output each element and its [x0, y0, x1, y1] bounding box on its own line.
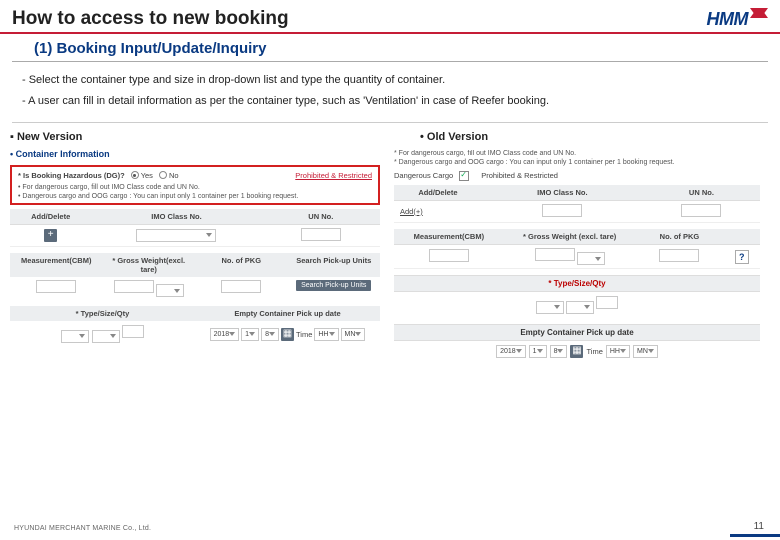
pr-label: Prohibited & Restricted	[481, 171, 558, 180]
hh-select[interactable]: HH	[314, 328, 338, 341]
cbm-input-old[interactable]	[429, 249, 469, 262]
prohibited-link[interactable]: Prohibited & Restricted	[295, 171, 372, 180]
table-row: +	[10, 224, 380, 246]
dg-label: Dangerous Cargo	[394, 171, 453, 180]
year-old[interactable]: 2018	[496, 345, 526, 358]
gw-unit-old[interactable]	[577, 252, 605, 265]
old-version-column: • Old Version * For dangerous cargo, fil…	[394, 131, 760, 362]
measure-header-new: Measurement(CBM) * Gross Weight(excl. ta…	[10, 253, 380, 277]
hazardous-question: * Is Booking Hazardous (DG)?	[18, 171, 125, 180]
size-select-old[interactable]	[566, 301, 594, 314]
col-add: Add/Delete	[10, 209, 91, 225]
un-input-old[interactable]	[681, 204, 721, 217]
cbm-input[interactable]	[36, 280, 76, 293]
col-imo: IMO Class No.	[91, 209, 261, 225]
table-row: Add(+)	[394, 200, 760, 222]
hmm-logo: HMM	[707, 8, 769, 30]
table-row: ?	[394, 244, 760, 269]
company-footer: HYUNDAI MERCHANT MARINE Co., Ltd.	[14, 525, 151, 532]
dg-note-2: • Dangerous cargo and OOG cargo : You ca…	[18, 192, 372, 201]
gw-unit-select[interactable]	[156, 284, 184, 297]
hh-old[interactable]: HH	[606, 345, 630, 358]
new-version-label: ▪ New Version	[10, 131, 380, 143]
radio-no[interactable]: No	[159, 171, 179, 180]
pkg-input[interactable]	[221, 280, 261, 293]
add-plus-link[interactable]: Add(+)	[400, 207, 423, 216]
type-select[interactable]	[61, 330, 89, 343]
calendar-icon[interactable]: ▦	[281, 328, 294, 341]
hazardous-highlight-box: * Is Booking Hazardous (DG)? Yes No Proh…	[10, 165, 380, 205]
old-version-panel: * For dangerous cargo, fill out IMO Clas…	[394, 149, 760, 362]
bullet-2: - A user can fill in detail information …	[22, 91, 758, 112]
month-select[interactable]: 1	[241, 328, 259, 341]
day-select[interactable]: 8	[261, 328, 279, 341]
mn-select[interactable]: MN	[341, 328, 366, 341]
slide-header: How to access to new booking HMM	[0, 0, 780, 34]
dg-note-1: • For dangerous cargo, fill out IMO Clas…	[18, 183, 372, 192]
year-select[interactable]: 2018	[210, 328, 240, 341]
old-version-label: • Old Version	[420, 131, 760, 143]
search-pickup-button[interactable]: Search Pick-up Units	[296, 280, 371, 291]
dg-checkbox[interactable]	[459, 171, 469, 181]
un-input[interactable]	[301, 228, 341, 241]
day-old[interactable]: 8	[550, 345, 568, 358]
month-old[interactable]: 1	[529, 345, 547, 358]
calendar-icon-old[interactable]: ▦	[570, 345, 583, 358]
page-title: How to access to new booking	[12, 8, 289, 30]
new-version-panel: • Container Information * Is Booking Haz…	[10, 149, 380, 347]
radio-yes[interactable]: Yes	[131, 171, 153, 180]
pkg-input-old[interactable]	[659, 249, 699, 262]
size-select[interactable]	[92, 330, 120, 343]
footer-accent-bar	[730, 534, 780, 537]
gw-input[interactable]	[114, 280, 154, 293]
type-row-new: 2018 1 8 ▦ Time HH MN	[10, 321, 380, 347]
qty-input-old[interactable]	[596, 296, 618, 309]
measure-table-old: Measurement(CBM) * Gross Weight (excl. t…	[394, 229, 760, 270]
instruction-box: - Select the container type and size in …	[12, 62, 768, 123]
page-number: 11	[754, 521, 764, 532]
container-info-heading: • Container Information	[10, 149, 380, 159]
old-note-1: * For dangerous cargo, fill out IMO Clas…	[394, 149, 760, 158]
imo-select[interactable]	[136, 229, 216, 242]
help-icon[interactable]: ?	[735, 250, 749, 264]
imo-table-old: Add/Delete IMO Class No. UN No. Add(+)	[394, 185, 760, 223]
qty-input[interactable]	[122, 325, 144, 338]
gw-input-old[interactable]	[535, 248, 575, 261]
imo-input-old[interactable]	[542, 204, 582, 217]
old-note-2: * Dangerous cargo and OOG cargo : You ca…	[394, 158, 760, 167]
col-un: UN No.	[262, 209, 380, 225]
measure-row-new: Search Pick-up Units	[10, 277, 380, 301]
bullet-1: - Select the container type and size in …	[22, 70, 758, 91]
type-header-new: * Type/Size/Qty Empty Container Pick up …	[10, 306, 380, 321]
imo-table-new: Add/Delete IMO Class No. UN No. +	[10, 209, 380, 247]
mn-old[interactable]: MN	[633, 345, 658, 358]
new-version-column: ▪ New Version • Container Information * …	[10, 131, 380, 362]
type-size-header-old: * Type/Size/Qty	[394, 275, 760, 292]
empty-pickup-header-old: Empty Container Pick up date	[394, 324, 760, 341]
section-subtitle: (1) Booking Input/Update/Inquiry	[12, 34, 768, 62]
type-select-old[interactable]	[536, 301, 564, 314]
add-row-button[interactable]: +	[44, 229, 57, 242]
